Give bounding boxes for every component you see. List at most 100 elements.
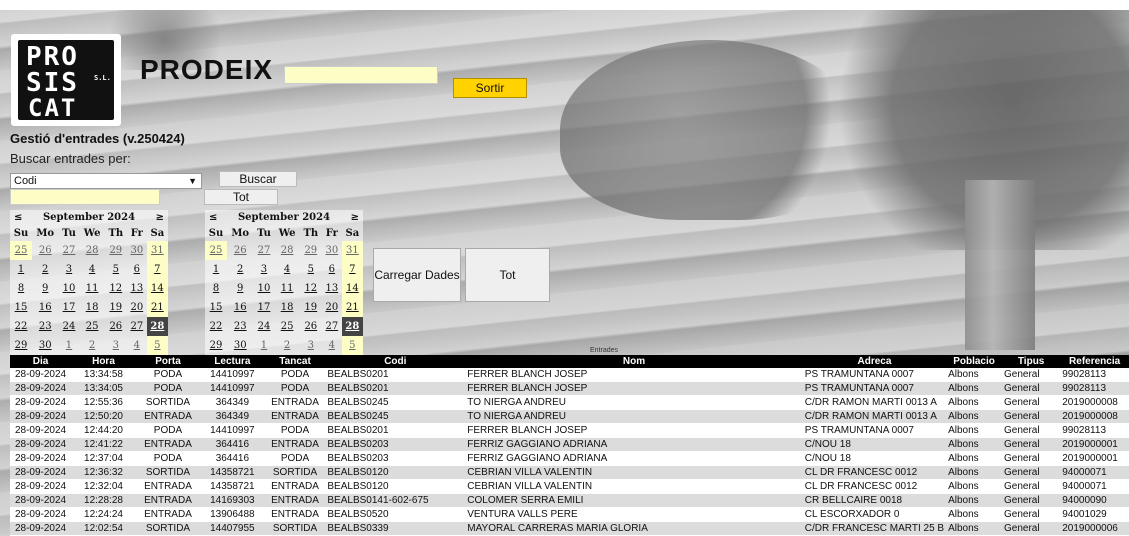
calendar-day[interactable]: 3 xyxy=(253,260,274,279)
calendar-day[interactable]: 21 xyxy=(146,298,168,317)
calendar-day[interactable]: 9 xyxy=(32,279,58,298)
table-row[interactable]: 28-09-2024 12:32:04 ENTRADA 14358721 ENTRADA… xyxy=(10,479,1129,494)
calendar-day[interactable]: 28 xyxy=(80,241,105,260)
calendar-day[interactable]: 2 xyxy=(227,260,253,279)
calendar-day[interactable]: 29 xyxy=(300,241,322,260)
next-month-link[interactable]: ≥ xyxy=(347,212,363,223)
calendar-day[interactable]: 24 xyxy=(253,317,274,336)
prev-month-link[interactable]: ≤ xyxy=(10,212,26,223)
calendar-day[interactable]: 26 xyxy=(227,241,253,260)
calendar-day[interactable]: 16 xyxy=(227,298,253,317)
calendar-day[interactable]: 3 xyxy=(105,336,127,355)
prev-month-link[interactable]: ≤ xyxy=(205,212,221,223)
column-header[interactable]: Referencia xyxy=(1060,355,1129,368)
calendar-day[interactable]: 3 xyxy=(58,260,79,279)
table-row[interactable]: 28-09-2024 12:24:24 ENTRADA 13906488 ENTRADA… xyxy=(10,507,1129,522)
column-header[interactable]: Hora xyxy=(71,355,136,368)
calendar-day[interactable]: 4 xyxy=(127,336,147,355)
calendar-day[interactable]: 29 xyxy=(105,241,127,260)
calendar-day[interactable]: 2 xyxy=(80,336,105,355)
calendar-day[interactable]: 5 xyxy=(341,336,363,355)
carregar-dades-button[interactable]: Carregar Dades xyxy=(373,248,461,302)
calendar-day[interactable]: 1 xyxy=(58,336,79,355)
table-row[interactable]: 28-09-2024 13:34:58 PODA 14410997 PODA BEALBS… xyxy=(10,368,1129,382)
calendar-day[interactable]: 23 xyxy=(227,317,253,336)
calendar-day[interactable]: 26 xyxy=(32,241,58,260)
calendar-day[interactable]: 30 xyxy=(322,241,342,260)
calendar-day[interactable]: 25 xyxy=(275,317,300,336)
calendar-day[interactable]: 25 xyxy=(10,241,33,260)
calendar-day[interactable]: 13 xyxy=(322,279,342,298)
calendar-day[interactable]: 30 xyxy=(127,241,147,260)
calendar-day[interactable]: 2 xyxy=(32,260,58,279)
calendar-day[interactable]: 15 xyxy=(10,298,32,317)
calendar-day[interactable]: 30 xyxy=(32,336,58,355)
calendar-day[interactable]: 4 xyxy=(275,260,300,279)
next-month-link[interactable]: ≥ xyxy=(152,212,168,223)
calendar-day[interactable]: 22 xyxy=(205,317,227,336)
calendar-day[interactable]: 1 xyxy=(10,260,32,279)
calendar-day[interactable]: 29 xyxy=(205,336,227,355)
calendar-day[interactable]: 31 xyxy=(341,241,363,260)
calendar-day[interactable]: 6 xyxy=(322,260,342,279)
calendar-day[interactable]: 11 xyxy=(275,279,300,298)
tot-button[interactable]: Tot xyxy=(465,248,550,302)
calendar-day[interactable]: 8 xyxy=(205,279,227,298)
column-header[interactable]: Nom xyxy=(465,355,803,368)
calendar-day[interactable]: 27 xyxy=(127,317,147,336)
calendar-day[interactable]: 9 xyxy=(227,279,253,298)
table-row[interactable]: 28-09-2024 13:34:05 PODA 14410997 PODA BEALBS… xyxy=(10,381,1129,396)
tot-search-button[interactable]: Tot xyxy=(204,189,278,205)
column-header[interactable]: Adreca xyxy=(802,355,947,368)
calendar-day[interactable]: 26 xyxy=(105,317,127,336)
table-row[interactable]: 28-09-2024 12:36:32 SORTIDA 14358721 SORTIDA… xyxy=(10,465,1129,480)
column-header[interactable]: Dia xyxy=(10,355,72,368)
column-header[interactable]: Lectura xyxy=(200,355,265,368)
calendar-day[interactable]: 1 xyxy=(253,336,274,355)
calendar-day[interactable]: 22 xyxy=(10,317,32,336)
calendar-day[interactable]: 27 xyxy=(58,241,79,260)
calendar-day[interactable]: 28 xyxy=(341,317,363,336)
calendar-day[interactable]: 21 xyxy=(341,298,363,317)
calendar-day[interactable]: 20 xyxy=(127,298,147,317)
calendar-day[interactable]: 3 xyxy=(300,336,322,355)
calendar-day[interactable]: 15 xyxy=(205,298,227,317)
column-header[interactable]: Tancat xyxy=(264,355,326,368)
search-field-select[interactable]: Codi ▼ xyxy=(10,173,202,189)
calendar-day[interactable]: 28 xyxy=(275,241,300,260)
calendar-day[interactable]: 29 xyxy=(10,336,32,355)
sortir-button[interactable]: Sortir xyxy=(453,78,527,98)
calendar-day[interactable]: 7 xyxy=(146,260,168,279)
calendar-day[interactable]: 30 xyxy=(227,336,253,355)
calendar-day[interactable]: 25 xyxy=(205,241,228,260)
calendar-day[interactable]: 19 xyxy=(300,298,322,317)
calendar-day[interactable]: 27 xyxy=(253,241,274,260)
table-row[interactable]: 28-09-2024 12:02:54 SORTIDA 14407955 SORTIDA… xyxy=(10,521,1129,536)
calendar-day[interactable]: 5 xyxy=(146,336,168,355)
calendar-day[interactable]: 10 xyxy=(253,279,274,298)
buscar-button[interactable]: Buscar xyxy=(219,171,297,187)
calendar-day[interactable]: 14 xyxy=(146,279,168,298)
calendar-day[interactable]: 23 xyxy=(32,317,58,336)
table-row[interactable]: 28-09-2024 12:50:20 ENTRADA 364349 ENTRADA BE… xyxy=(10,409,1129,424)
calendar-day[interactable]: 24 xyxy=(58,317,79,336)
calendar-day[interactable]: 4 xyxy=(80,260,105,279)
column-header[interactable]: Codi xyxy=(325,355,466,368)
calendar-day[interactable]: 14 xyxy=(341,279,363,298)
calendar-day[interactable]: 25 xyxy=(80,317,105,336)
calendar-day[interactable]: 5 xyxy=(300,260,322,279)
table-row[interactable]: 28-09-2024 12:44:20 PODA 14410997 PODA BEALBS… xyxy=(10,423,1129,438)
calendar-day[interactable]: 27 xyxy=(322,317,342,336)
calendar-day[interactable]: 4 xyxy=(322,336,342,355)
table-row[interactable]: 28-09-2024 12:28:28 ENTRADA 14169303 ENTRADA… xyxy=(10,493,1129,508)
calendar-day[interactable]: 20 xyxy=(322,298,342,317)
calendar-day[interactable]: 19 xyxy=(105,298,127,317)
calendar-day[interactable]: 6 xyxy=(127,260,147,279)
column-header[interactable]: Poblacio xyxy=(946,355,1002,368)
column-header[interactable]: Tipus xyxy=(1002,355,1061,368)
calendar-day[interactable]: 31 xyxy=(146,241,168,260)
calendar-day[interactable]: 12 xyxy=(105,279,127,298)
column-header[interactable]: Porta xyxy=(135,355,201,368)
top-input[interactable] xyxy=(284,66,438,84)
calendar-day[interactable]: 12 xyxy=(300,279,322,298)
